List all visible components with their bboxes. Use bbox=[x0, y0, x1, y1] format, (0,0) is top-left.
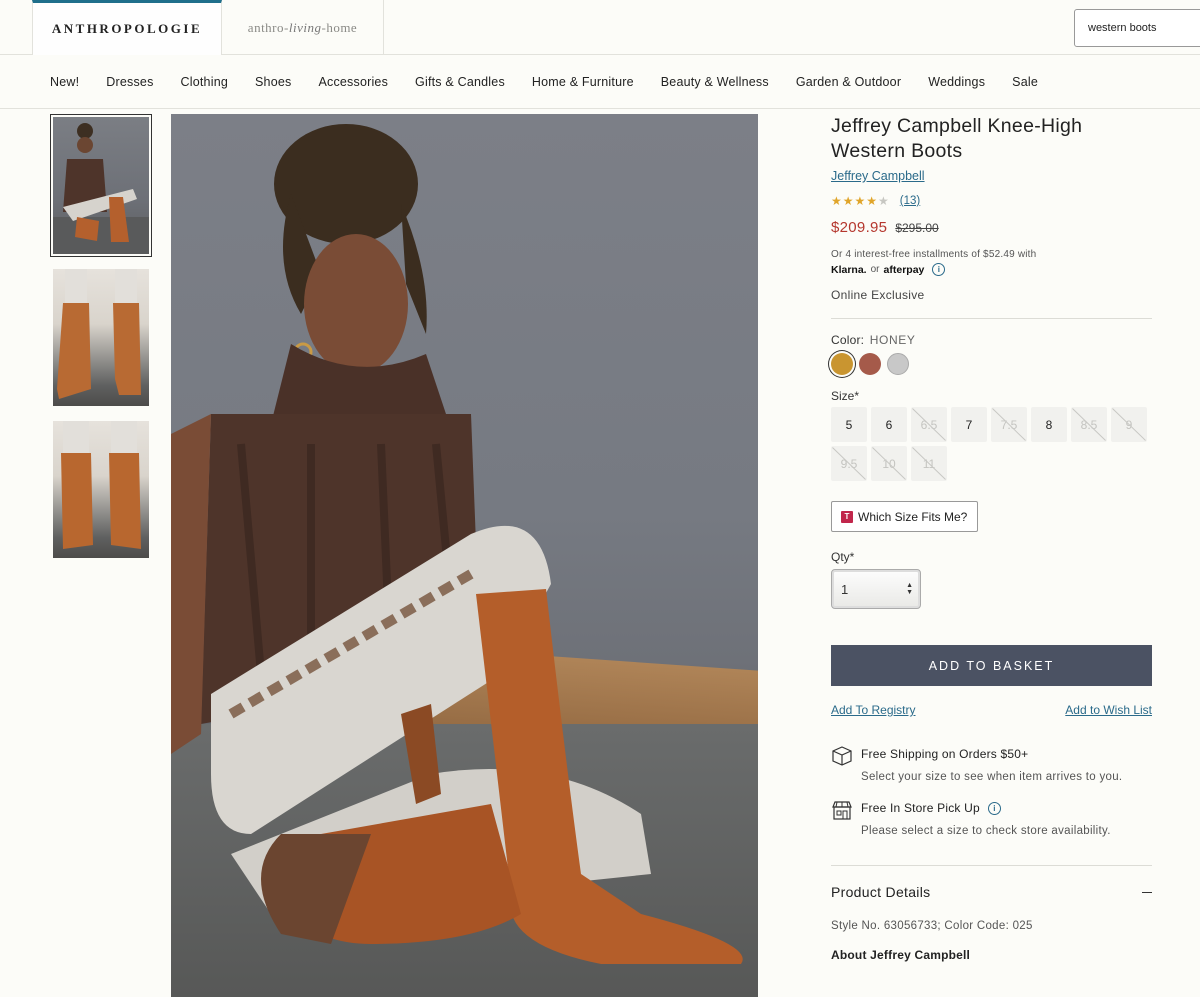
pickup-perk: Free In Store Pick Up i Please select a … bbox=[831, 801, 1152, 837]
truefit-icon: T bbox=[841, 510, 853, 523]
nav-item-shoes[interactable]: Shoes bbox=[255, 75, 291, 89]
or-text: or bbox=[870, 264, 880, 275]
price-row: $209.95 $295.00 bbox=[831, 219, 1152, 236]
shipping-perk: Free Shipping on Orders $50+ Select your… bbox=[831, 746, 1152, 783]
color-value: HONEY bbox=[869, 333, 916, 347]
size-option-10[interactable]: 10 bbox=[871, 446, 907, 481]
brand-link[interactable]: Jeffrey Campbell bbox=[831, 169, 925, 183]
product-details-heading: Product Details bbox=[831, 884, 931, 900]
nav-item-gifts-candles[interactable]: Gifts & Candles bbox=[415, 75, 505, 89]
brand-logo-home: anthro-living-home bbox=[247, 19, 358, 35]
size-option-7-5[interactable]: 7.5 bbox=[991, 407, 1027, 442]
size-option-6[interactable]: 6 bbox=[871, 407, 907, 442]
secondary-actions: Add To Registry Add to Wish List bbox=[831, 703, 1152, 717]
add-to-wishlist-link[interactable]: Add to Wish List bbox=[1065, 703, 1152, 717]
nav-item-new[interactable]: New! bbox=[50, 75, 79, 89]
pickup-title-row: Free In Store Pick Up i bbox=[861, 801, 1111, 815]
thumbnail-2[interactable] bbox=[50, 266, 152, 409]
thumbnail-list bbox=[50, 114, 154, 570]
about-brand-heading: About Jeffrey Campbell bbox=[831, 948, 971, 962]
shipping-subtitle: Select your size to see when item arrive… bbox=[861, 771, 1123, 783]
thumbnail-image bbox=[53, 421, 149, 558]
product-info-panel: Jeffrey Campbell Knee-High Western Boots… bbox=[831, 114, 1152, 962]
afterpay-logo: afterpay bbox=[883, 263, 925, 276]
size-option-7[interactable]: 7 bbox=[951, 407, 987, 442]
box-icon bbox=[832, 746, 852, 766]
divider bbox=[831, 865, 1152, 866]
size-option-8[interactable]: 8 bbox=[1031, 407, 1067, 442]
online-exclusive-label: Online Exclusive bbox=[831, 288, 925, 302]
main-nav: New! Dresses Clothing Shoes Accessories … bbox=[0, 55, 1200, 109]
rating-row: ★★★★★ (13) bbox=[831, 194, 1152, 208]
klarna-logo: Klarna. bbox=[831, 263, 867, 276]
color-label-text: Color: bbox=[831, 333, 865, 347]
divider bbox=[831, 318, 1152, 319]
color-label: Color: HONEY bbox=[831, 333, 1152, 347]
style-number: Style No. 63056733; Color Code: 025 bbox=[831, 920, 1033, 932]
quantity-select[interactable]: 1 ▲ ▼ bbox=[831, 569, 921, 609]
size-option-6-5[interactable]: 6.5 bbox=[911, 407, 947, 442]
thumbnail-boots-back-figure bbox=[61, 421, 141, 549]
nav-item-garden-outdoor[interactable]: Garden & Outdoor bbox=[796, 75, 901, 89]
add-to-registry-link[interactable]: Add To Registry bbox=[831, 703, 916, 717]
store-icon bbox=[832, 801, 852, 820]
qty-label: Qty* bbox=[831, 550, 855, 564]
size-grid: 5 6 6.5 7 7.5 8 8.5 9 9.5 10 11 bbox=[831, 407, 1161, 485]
product-details-toggle[interactable]: Product Details bbox=[831, 884, 1152, 900]
thumbnail-1[interactable] bbox=[50, 114, 152, 257]
info-icon[interactable]: i bbox=[932, 263, 946, 276]
search-input-value: western boots bbox=[1088, 22, 1157, 34]
top-bar: ANTHROPOLOGIE anthro-living-home western… bbox=[0, 0, 1200, 55]
nav-item-sale[interactable]: Sale bbox=[1012, 75, 1038, 89]
nav-item-clothing[interactable]: Clothing bbox=[181, 75, 228, 89]
pickup-subtitle: Please select a size to check store avai… bbox=[861, 825, 1111, 837]
thumbnail-model-figure bbox=[53, 123, 149, 254]
sale-price: $209.95 bbox=[831, 219, 888, 236]
which-size-fits-button[interactable]: T Which Size Fits Me? bbox=[831, 501, 979, 532]
collapse-icon bbox=[1142, 891, 1152, 893]
original-price: $295.00 bbox=[895, 221, 939, 235]
stepper-arrows-icon: ▲ ▼ bbox=[906, 582, 913, 596]
size-option-9[interactable]: 9 bbox=[1111, 407, 1147, 442]
which-size-fits-label: Which Size Fits Me? bbox=[858, 509, 968, 524]
brand-logo: ANTHROPOLOGIE bbox=[51, 21, 203, 36]
nav-item-dresses[interactable]: Dresses bbox=[106, 75, 153, 89]
rating-stars: ★★★★★ bbox=[831, 194, 890, 208]
thumbnail-3[interactable] bbox=[50, 418, 152, 561]
review-count-link[interactable]: (13) bbox=[900, 195, 920, 207]
brand-tab-anthroliving[interactable]: anthro-living-home bbox=[222, 0, 384, 55]
model-figure bbox=[171, 124, 743, 964]
pickup-title: Free In Store Pick Up bbox=[861, 801, 980, 815]
swatch-honey[interactable] bbox=[831, 353, 853, 375]
brand-tab-anthropologie[interactable]: ANTHROPOLOGIE bbox=[32, 0, 222, 55]
nav-item-weddings[interactable]: Weddings bbox=[928, 75, 985, 89]
size-option-5[interactable]: 5 bbox=[831, 407, 867, 442]
thumbnail-image bbox=[53, 269, 149, 406]
size-option-8-5[interactable]: 8.5 bbox=[1071, 407, 1107, 442]
swatch-grey[interactable] bbox=[887, 353, 909, 375]
size-option-11[interactable]: 11 bbox=[911, 446, 947, 481]
color-swatches bbox=[831, 353, 1152, 375]
swatch-rust[interactable] bbox=[859, 353, 881, 375]
thumbnail-boots-figure bbox=[57, 269, 141, 399]
add-to-basket-button[interactable]: ADD TO BASKET bbox=[831, 645, 1152, 686]
payment-providers: Klarna. or afterpay i bbox=[831, 263, 1152, 276]
nav-item-accessories[interactable]: Accessories bbox=[318, 75, 388, 89]
size-option-9-5[interactable]: 9.5 bbox=[831, 446, 867, 481]
quantity-value: 1 bbox=[841, 581, 849, 597]
product-title: Jeffrey Campbell Knee-High Western Boots bbox=[831, 115, 1083, 162]
search-input[interactable]: western boots bbox=[1074, 9, 1200, 47]
nav-item-beauty-wellness[interactable]: Beauty & Wellness bbox=[661, 75, 769, 89]
installments-text: Or 4 interest-free installments of $52.4… bbox=[831, 249, 1037, 260]
thumbnail-image bbox=[53, 117, 149, 254]
nav-item-home-furniture[interactable]: Home & Furniture bbox=[532, 75, 634, 89]
size-label: Size* bbox=[831, 389, 860, 403]
pickup-info-icon[interactable]: i bbox=[987, 801, 1001, 815]
main-product-image[interactable] bbox=[171, 114, 758, 997]
shipping-title: Free Shipping on Orders $50+ bbox=[861, 747, 1029, 761]
